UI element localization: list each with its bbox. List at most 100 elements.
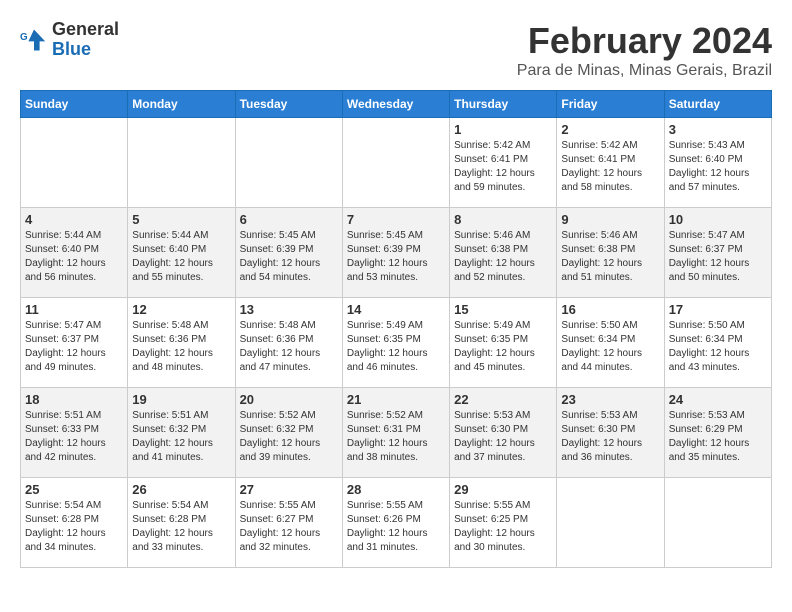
day-info: Sunrise: 5:54 AMSunset: 6:28 PMDaylight:… bbox=[132, 499, 230, 555]
day-number: 19 bbox=[132, 392, 230, 407]
day-number: 27 bbox=[240, 482, 338, 497]
calendar-cell: 7 Sunrise: 5:45 AMSunset: 6:39 PMDaylight… bbox=[342, 208, 449, 298]
day-info: Sunrise: 5:45 AMSunset: 6:39 PMDaylight:… bbox=[347, 229, 445, 285]
calendar-cell: 1 Sunrise: 5:42 AMSunset: 6:41 PMDaylight… bbox=[450, 118, 557, 208]
calendar-cell bbox=[128, 118, 235, 208]
calendar-cell: 23 Sunrise: 5:53 AMSunset: 6:30 PMDayligh… bbox=[557, 388, 664, 478]
calendar-cell: 6 Sunrise: 5:45 AMSunset: 6:39 PMDaylight… bbox=[235, 208, 342, 298]
day-number: 26 bbox=[132, 482, 230, 497]
weekday-header-wednesday: Wednesday bbox=[342, 91, 449, 118]
month-title: February 2024 bbox=[517, 20, 772, 62]
calendar-cell bbox=[664, 478, 771, 568]
day-info: Sunrise: 5:53 AMSunset: 6:29 PMDaylight:… bbox=[669, 409, 767, 465]
calendar-cell: 2 Sunrise: 5:42 AMSunset: 6:41 PMDaylight… bbox=[557, 118, 664, 208]
day-number: 5 bbox=[132, 212, 230, 227]
calendar-cell: 29Sunrise: 5:55 AMSunset: 6:25 PMDayligh… bbox=[450, 478, 557, 568]
logo-icon: G bbox=[20, 26, 48, 54]
day-number: 6 bbox=[240, 212, 338, 227]
day-number: 8 bbox=[454, 212, 552, 227]
calendar-cell: 24 Sunrise: 5:53 AMSunset: 6:29 PMDayligh… bbox=[664, 388, 771, 478]
logo: G General Blue bbox=[20, 20, 119, 60]
calendar-cell: 16Sunrise: 5:50 AMSunset: 6:34 PMDayligh… bbox=[557, 298, 664, 388]
location-title: Para de Minas, Minas Gerais, Brazil bbox=[517, 62, 772, 80]
day-number: 24 bbox=[669, 392, 767, 407]
calendar-cell bbox=[235, 118, 342, 208]
day-info: Sunrise: 5:44 AMSunset: 6:40 PMDaylight:… bbox=[25, 229, 123, 285]
day-number: 29 bbox=[454, 482, 552, 497]
calendar-cell: 14 Sunrise: 5:49 AMSunset: 6:35 PMDayligh… bbox=[342, 298, 449, 388]
calendar-week-1: 4 Sunrise: 5:44 AMSunset: 6:40 PMDaylight… bbox=[21, 208, 772, 298]
day-info: Sunrise: 5:42 AMSunset: 6:41 PMDaylight:… bbox=[454, 139, 552, 195]
calendar-cell: 15 Sunrise: 5:49 AMSunset: 6:35 PMDayligh… bbox=[450, 298, 557, 388]
day-info: Sunrise: 5:53 AMSunset: 6:30 PMDaylight:… bbox=[561, 409, 659, 465]
day-number: 25 bbox=[25, 482, 123, 497]
calendar-week-3: 18 Sunrise: 5:51 AMSunset: 6:33 PMDayligh… bbox=[21, 388, 772, 478]
day-info: Sunrise: 5:53 AMSunset: 6:30 PMDaylight:… bbox=[454, 409, 552, 465]
svg-text:G: G bbox=[20, 32, 28, 43]
day-info: Sunrise: 5:52 AMSunset: 6:31 PMDaylight:… bbox=[347, 409, 445, 465]
weekday-header-saturday: Saturday bbox=[664, 91, 771, 118]
day-info: Sunrise: 5:47 AMSunset: 6:37 PMDaylight:… bbox=[25, 319, 123, 375]
calendar-cell: 28Sunrise: 5:55 AMSunset: 6:26 PMDayligh… bbox=[342, 478, 449, 568]
calendar-cell: 9 Sunrise: 5:46 AMSunset: 6:38 PMDaylight… bbox=[557, 208, 664, 298]
day-number: 4 bbox=[25, 212, 123, 227]
day-number: 1 bbox=[454, 122, 552, 137]
calendar-cell: 12Sunrise: 5:48 AMSunset: 6:36 PMDayligh… bbox=[128, 298, 235, 388]
calendar-table: SundayMondayTuesdayWednesdayThursdayFrid… bbox=[20, 90, 772, 568]
day-number: 20 bbox=[240, 392, 338, 407]
day-number: 13 bbox=[240, 302, 338, 317]
day-number: 14 bbox=[347, 302, 445, 317]
day-number: 7 bbox=[347, 212, 445, 227]
calendar-cell: 13Sunrise: 5:48 AMSunset: 6:36 PMDayligh… bbox=[235, 298, 342, 388]
weekday-header-row: SundayMondayTuesdayWednesdayThursdayFrid… bbox=[21, 91, 772, 118]
day-info: Sunrise: 5:51 AMSunset: 6:32 PMDaylight:… bbox=[132, 409, 230, 465]
day-number: 3 bbox=[669, 122, 767, 137]
weekday-header-monday: Monday bbox=[128, 91, 235, 118]
calendar-cell: 3 Sunrise: 5:43 AMSunset: 6:40 PMDaylight… bbox=[664, 118, 771, 208]
calendar-cell: 11Sunrise: 5:47 AMSunset: 6:37 PMDayligh… bbox=[21, 298, 128, 388]
weekday-header-sunday: Sunday bbox=[21, 91, 128, 118]
day-number: 23 bbox=[561, 392, 659, 407]
day-info: Sunrise: 5:49 AMSunset: 6:35 PMDaylight:… bbox=[347, 319, 445, 375]
logo-line1: General bbox=[52, 20, 119, 40]
day-info: Sunrise: 5:46 AMSunset: 6:38 PMDaylight:… bbox=[561, 229, 659, 285]
calendar-week-0: 1 Sunrise: 5:42 AMSunset: 6:41 PMDaylight… bbox=[21, 118, 772, 208]
day-info: Sunrise: 5:50 AMSunset: 6:34 PMDaylight:… bbox=[669, 319, 767, 375]
day-info: Sunrise: 5:49 AMSunset: 6:35 PMDaylight:… bbox=[454, 319, 552, 375]
calendar-cell: 21 Sunrise: 5:52 AMSunset: 6:31 PMDayligh… bbox=[342, 388, 449, 478]
title-area: February 2024 Para de Minas, Minas Gerai… bbox=[517, 20, 772, 80]
day-number: 10 bbox=[669, 212, 767, 227]
day-number: 21 bbox=[347, 392, 445, 407]
calendar-cell bbox=[21, 118, 128, 208]
day-info: Sunrise: 5:44 AMSunset: 6:40 PMDaylight:… bbox=[132, 229, 230, 285]
day-number: 18 bbox=[25, 392, 123, 407]
calendar-cell: 20 Sunrise: 5:52 AMSunset: 6:32 PMDayligh… bbox=[235, 388, 342, 478]
calendar-body: 1 Sunrise: 5:42 AMSunset: 6:41 PMDaylight… bbox=[21, 118, 772, 568]
day-info: Sunrise: 5:43 AMSunset: 6:40 PMDaylight:… bbox=[669, 139, 767, 195]
day-number: 17 bbox=[669, 302, 767, 317]
weekday-header-tuesday: Tuesday bbox=[235, 91, 342, 118]
calendar-cell: 18 Sunrise: 5:51 AMSunset: 6:33 PMDayligh… bbox=[21, 388, 128, 478]
calendar-cell: 8 Sunrise: 5:46 AMSunset: 6:38 PMDaylight… bbox=[450, 208, 557, 298]
day-info: Sunrise: 5:50 AMSunset: 6:34 PMDaylight:… bbox=[561, 319, 659, 375]
day-info: Sunrise: 5:42 AMSunset: 6:41 PMDaylight:… bbox=[561, 139, 659, 195]
calendar-week-2: 11Sunrise: 5:47 AMSunset: 6:37 PMDayligh… bbox=[21, 298, 772, 388]
weekday-header-friday: Friday bbox=[557, 91, 664, 118]
day-info: Sunrise: 5:52 AMSunset: 6:32 PMDaylight:… bbox=[240, 409, 338, 465]
day-info: Sunrise: 5:51 AMSunset: 6:33 PMDaylight:… bbox=[25, 409, 123, 465]
day-number: 28 bbox=[347, 482, 445, 497]
calendar-cell: 25Sunrise: 5:54 AMSunset: 6:28 PMDayligh… bbox=[21, 478, 128, 568]
day-info: Sunrise: 5:46 AMSunset: 6:38 PMDaylight:… bbox=[454, 229, 552, 285]
calendar-cell: 26 Sunrise: 5:54 AMSunset: 6:28 PMDayligh… bbox=[128, 478, 235, 568]
day-number: 22 bbox=[454, 392, 552, 407]
day-number: 2 bbox=[561, 122, 659, 137]
day-number: 9 bbox=[561, 212, 659, 227]
calendar-cell: 10Sunrise: 5:47 AMSunset: 6:37 PMDayligh… bbox=[664, 208, 771, 298]
day-info: Sunrise: 5:55 AMSunset: 6:27 PMDaylight:… bbox=[240, 499, 338, 555]
weekday-header-thursday: Thursday bbox=[450, 91, 557, 118]
calendar-cell: 5 Sunrise: 5:44 AMSunset: 6:40 PMDaylight… bbox=[128, 208, 235, 298]
calendar-cell bbox=[342, 118, 449, 208]
day-number: 15 bbox=[454, 302, 552, 317]
day-info: Sunrise: 5:45 AMSunset: 6:39 PMDaylight:… bbox=[240, 229, 338, 285]
calendar-week-4: 25 Sunrise: 5:54 AMSunset: 6:28 PMDayligh… bbox=[21, 478, 772, 568]
